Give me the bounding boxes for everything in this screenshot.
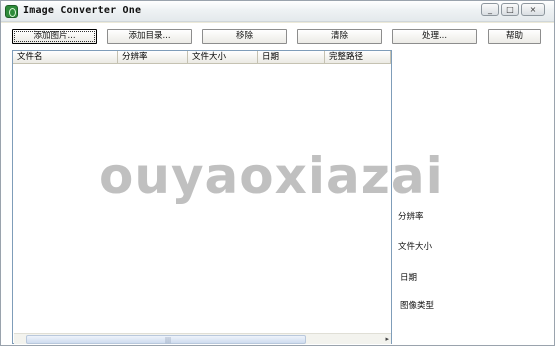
watermark-text: ouyaoxiazai [99, 147, 444, 205]
app-window: Image Converter One _ □ × 添加图片... 添加目录..… [0, 0, 555, 346]
close-button[interactable]: × [521, 3, 545, 16]
clear-button[interactable]: 清除 [297, 29, 382, 44]
column-header-fullpath[interactable]: 完整路径 [325, 51, 391, 64]
column-header-date[interactable]: 日期 [258, 51, 325, 64]
horizontal-scrollbar[interactable]: ||| ▸ [14, 333, 391, 344]
remove-button[interactable]: 移除 [202, 29, 287, 44]
scrollbar-grip: ||| [165, 337, 172, 344]
help-button[interactable]: 帮助 [488, 29, 541, 44]
add-image-button[interactable]: 添加图片... [12, 29, 97, 44]
maximize-button[interactable]: □ [501, 3, 519, 16]
process-button[interactable]: 处理... [392, 29, 477, 44]
list-header: 文件名 分辨率 文件大小 日期 完整路径 [13, 51, 391, 64]
scroll-right-arrow[interactable]: ▸ [385, 335, 389, 343]
info-image-type-label: 图像类型 [400, 301, 435, 311]
title-bar[interactable]: Image Converter One _ □ × [1, 1, 554, 22]
column-header-filesize[interactable]: 文件大小 [188, 51, 258, 64]
app-icon [5, 5, 18, 18]
column-header-resolution[interactable]: 分辨率 [118, 51, 188, 64]
scrollbar-thumb[interactable]: ||| [26, 335, 306, 344]
info-date-label: 日期 [400, 273, 418, 283]
info-resolution-label: 分辨率 [398, 212, 424, 222]
column-header-filename[interactable]: 文件名 [13, 51, 118, 64]
window-title: Image Converter One [23, 5, 142, 16]
minimize-button[interactable]: _ [481, 3, 499, 16]
info-filesize-label: 文件大小 [398, 242, 433, 252]
add-directory-button[interactable]: 添加目录... [107, 29, 192, 44]
